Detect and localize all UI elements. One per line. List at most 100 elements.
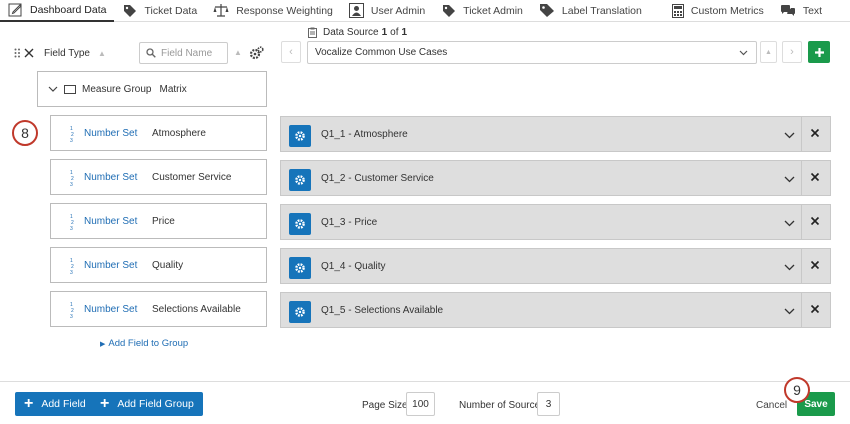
footer-bar: + Add Field + Add Field Group Page Size:…	[0, 381, 850, 424]
tab-ticket-admin[interactable]: Ticket Admin	[433, 0, 531, 22]
divider	[801, 117, 802, 151]
sort-icon[interactable]: ▲︎	[98, 49, 106, 58]
chevron-down-icon[interactable]	[784, 176, 795, 183]
field-row[interactable]: 1 2 3 Number Set Customer Service	[50, 159, 267, 195]
field-name-search[interactable]: Field Name	[139, 42, 228, 64]
field-row[interactable]: 1 2 3 Number Set Selections Available	[50, 291, 267, 327]
measure-group[interactable]: Measure Group Matrix	[37, 71, 267, 107]
chevron-down-icon[interactable]	[784, 132, 795, 139]
gear-icon	[295, 219, 305, 229]
remove-icon[interactable]	[810, 172, 820, 182]
chevron-down-icon[interactable]	[784, 264, 795, 271]
divider	[801, 249, 802, 283]
add-field-group-label: Add Field Group	[117, 398, 194, 410]
tab-user-admin[interactable]: User Admin	[341, 0, 433, 22]
data-source-of: of	[390, 27, 399, 38]
mapping-settings-button[interactable]	[289, 257, 311, 279]
sort-source-button[interactable]: ▲︎	[760, 41, 777, 63]
add-field-button[interactable]: + Add Field	[15, 392, 95, 416]
gear-icon	[295, 131, 305, 141]
field-label: Price	[152, 215, 175, 227]
plus-icon: +	[24, 395, 34, 412]
close-icon[interactable]	[24, 48, 34, 58]
sort-icon[interactable]: ▲︎	[234, 48, 242, 57]
step-marker: 8	[12, 120, 38, 146]
mapping-value: Q1_4 - Quality	[321, 260, 386, 272]
field-type: Number Set	[84, 303, 138, 315]
remove-icon[interactable]	[810, 260, 820, 270]
chevron-down-icon[interactable]	[784, 220, 795, 227]
number-of-sources-input[interactable]: 3	[537, 392, 560, 416]
tag-icon	[124, 5, 137, 17]
pencil-icon	[8, 3, 22, 17]
mapping-settings-button[interactable]	[289, 301, 311, 323]
tag-icon	[443, 5, 456, 17]
speech-bubble-icon	[780, 5, 795, 16]
add-field-group-button[interactable]: + Add Field Group	[91, 392, 203, 416]
field-mapping-row[interactable]: Q1_2 - Customer Service	[280, 160, 831, 196]
field-label: Quality	[152, 259, 184, 271]
next-source-button[interactable]: ›	[782, 41, 802, 63]
data-source-prefix: Data Source	[323, 27, 379, 38]
gear-icon	[295, 175, 305, 185]
tab-label: Ticket Admin	[463, 4, 523, 17]
data-source-title: Data Source 1 of 1	[308, 27, 410, 38]
step-marker: 9	[784, 377, 810, 403]
mapping-settings-button[interactable]	[289, 125, 311, 147]
add-field-to-group-link[interactable]: ▶︎ Add Field to Group	[100, 338, 188, 349]
mapping-value: Q1_2 - Customer Service	[321, 172, 434, 184]
tab-dashboard-data[interactable]: Dashboard Data	[0, 0, 115, 22]
tab-label-translation[interactable]: Label Translation	[531, 0, 650, 22]
remove-icon[interactable]	[810, 128, 820, 138]
plus-icon: +	[100, 395, 110, 412]
calculator-icon	[671, 3, 684, 18]
field-label: Customer Service	[152, 171, 232, 183]
field-row[interactable]: 1 2 3 Number Set Quality	[50, 247, 267, 283]
plus-icon	[814, 47, 824, 57]
field-row[interactable]: 1 2 3 Number Set Price	[50, 203, 267, 239]
add-source-button[interactable]	[808, 41, 830, 63]
number-set-icon: 123	[70, 302, 74, 318]
previous-source-button[interactable]: ‹	[281, 41, 301, 63]
remove-icon[interactable]	[810, 304, 820, 314]
search-icon	[146, 48, 156, 58]
number-set-icon: 123	[70, 126, 74, 142]
chevron-down-icon[interactable]	[48, 85, 58, 93]
tab-response-weighting[interactable]: Response Weighting	[205, 0, 341, 22]
cancel-button[interactable]: Cancel	[756, 400, 787, 411]
gears-icon[interactable]	[249, 46, 264, 60]
tab-label: Custom Metrics	[690, 4, 764, 17]
field-label: Atmosphere	[152, 127, 206, 139]
data-source-current: 1	[381, 27, 388, 38]
field-mapping-row[interactable]: Q1_1 - Atmosphere	[280, 116, 831, 152]
drag-handle-icon[interactable]	[14, 48, 21, 58]
label-icon	[539, 4, 554, 17]
mapping-settings-button[interactable]	[289, 213, 311, 235]
divider	[801, 293, 802, 327]
field-toolbar: Field Type ▲︎	[14, 42, 106, 64]
svg-text:3: 3	[70, 138, 73, 142]
page-size-input[interactable]: 100	[406, 392, 435, 416]
remove-icon[interactable]	[810, 216, 820, 226]
tab-label: Text	[802, 4, 823, 17]
chevron-down-icon	[739, 50, 748, 56]
field-mapping-row[interactable]: Q1_4 - Quality	[280, 248, 831, 284]
clipboard-icon	[308, 27, 317, 38]
mapping-value: Q1_1 - Atmosphere	[321, 128, 408, 140]
field-type-label: Field Type	[44, 47, 90, 59]
mapping-settings-button[interactable]	[289, 169, 311, 191]
tab-text[interactable]: Text	[772, 0, 830, 22]
data-source-select[interactable]: Vocalize Common Use Cases	[307, 41, 757, 64]
field-type: Number Set	[84, 171, 138, 183]
gear-icon	[295, 263, 305, 273]
field-mapping-row[interactable]: Q1_5 - Selections Available	[280, 292, 831, 328]
divider	[801, 161, 802, 195]
svg-text:3: 3	[70, 314, 73, 318]
chevron-down-icon[interactable]	[784, 308, 795, 315]
tab-custom-metrics[interactable]: Custom Metrics	[664, 0, 772, 22]
folder-icon	[64, 85, 76, 94]
tab-ticket-data[interactable]: Ticket Data	[114, 0, 205, 22]
field-row[interactable]: 1 2 3 Number Set Atmosphere	[50, 115, 267, 151]
tab-label: Ticket Data	[144, 4, 198, 17]
field-mapping-row[interactable]: Q1_3 - Price	[280, 204, 831, 240]
